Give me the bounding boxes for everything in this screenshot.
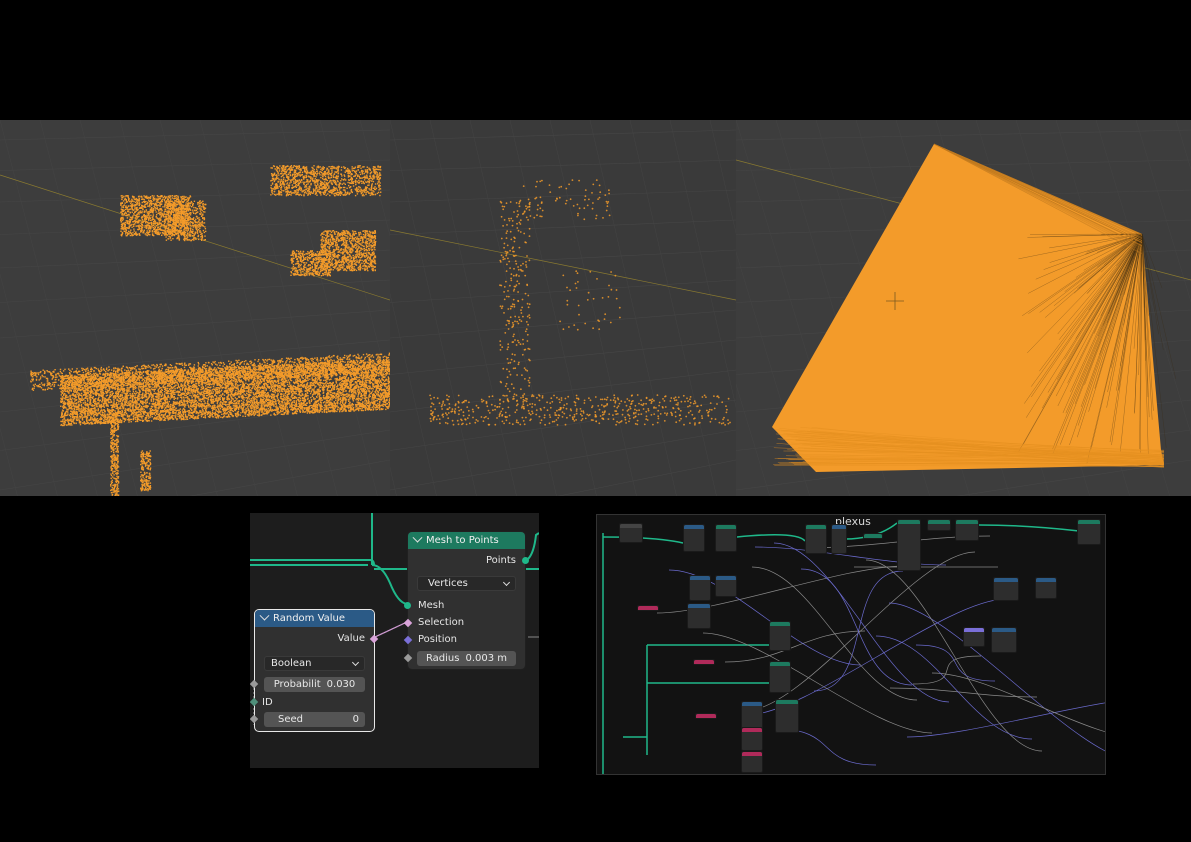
overview-node[interactable] [687,603,711,629]
seed-label: Seed [278,714,303,725]
collapse-chevron-icon[interactable] [259,610,270,621]
overview-node[interactable] [715,575,737,597]
overview-node-links [602,522,1105,774]
overview-node-header [864,534,882,538]
point-cloud-points [30,165,390,496]
selection-input-row: Selection [408,614,525,631]
overview-node[interactable] [741,751,763,773]
random-value-title: Random Value [273,613,346,624]
overview-node-header [742,728,762,732]
viewport-strip [0,120,1191,496]
type-dropdown[interactable]: Boolean [264,656,365,671]
overview-node-header [716,525,736,529]
mesh-to-points-header[interactable]: Mesh to Points [408,532,525,549]
collapse-chevron-icon[interactable] [412,532,423,543]
overview-node[interactable] [637,605,659,611]
overview-node[interactable] [693,659,715,665]
overview-node[interactable] [1077,519,1101,545]
overview-node[interactable] [993,577,1019,601]
overview-node[interactable] [897,519,921,571]
seed-value: 0 [352,714,359,725]
radius-label: Radius [425,653,460,664]
overview-node-header [638,606,658,610]
overview-node-header [694,660,714,664]
viewport-dense-point-cloud[interactable] [0,120,390,496]
overview-node-header [684,525,704,529]
radius-value: 0.003 m [465,653,508,664]
position-input-row: Position [408,631,525,648]
mesh-input-label: Mesh [418,600,445,611]
points-output-label: Points [485,555,516,566]
points-output-row: Points [408,552,525,569]
overview-node[interactable] [769,661,791,693]
points-output-socket[interactable] [522,557,529,564]
node-editor-detail[interactable]: Mesh to Points Points Vertices Mesh Sele… [250,513,539,768]
overview-node-header [1078,520,1100,524]
overview-node[interactable] [695,713,717,719]
viewport-plexus-mesh[interactable] [736,120,1191,496]
mesh-input-socket[interactable] [404,602,411,609]
random-value-node[interactable]: Random Value Value Boolean Probabilit 0.… [250,609,379,732]
overview-node[interactable] [831,524,847,554]
chevron-down-icon [502,578,511,586]
overview-node-header [776,700,798,704]
overview-node[interactable] [927,519,951,531]
overview-node-header [690,576,710,580]
overview-node[interactable] [715,524,737,552]
overview-node[interactable] [991,627,1017,653]
overview-node-header [898,520,920,524]
overview-node-header [716,576,736,580]
mesh-input-row: Mesh [408,597,525,614]
overview-node[interactable] [1035,577,1057,599]
type-value: Boolean [271,658,312,669]
seed-field[interactable]: Seed 0 [264,712,365,727]
overview-node-header [956,520,978,524]
point-cloud-dense [0,120,390,496]
probability-label: Probabilit [273,679,321,690]
overview-node[interactable] [963,627,985,647]
overview-node-header [742,702,762,706]
mesh-to-points-node[interactable]: Mesh to Points Points Vertices Mesh Sele… [403,531,529,670]
overview-node-header [1036,578,1056,582]
overview-node[interactable] [683,524,705,552]
overview-node-header [992,628,1016,632]
viewport-sparse-point-cloud[interactable] [390,120,736,496]
overview-node[interactable] [769,621,791,651]
overview-node[interactable] [805,524,827,554]
position-input-label: Position [418,634,457,645]
overview-node[interactable] [775,699,799,733]
value-output-row: Value [255,630,374,647]
overview-node-header [994,578,1018,582]
probability-field[interactable]: Probabilit 0.030 [264,677,365,692]
selection-input-label: Selection [418,617,465,628]
value-output-label: Value [337,633,365,644]
mode-value: Vertices [428,578,468,589]
id-input-row: ID [255,694,374,711]
probability-value: 0.030 [326,679,356,690]
radius-field[interactable]: Radius 0.003 m [417,651,516,666]
overview-node-header [770,662,790,666]
overview-node[interactable] [689,575,711,601]
overview-node-header [688,604,710,608]
overview-node[interactable] [863,533,883,539]
mode-dropdown[interactable]: Vertices [417,576,516,591]
overview-node[interactable] [741,727,763,751]
chevron-down-icon [351,658,360,666]
overview-node-header [742,752,762,756]
plexus-mesh [736,120,1191,496]
overview-node-header [928,520,950,524]
overview-node-header [832,525,846,529]
overview-node-header [770,622,790,626]
random-value-header[interactable]: Random Value [255,610,374,627]
node-editor-overview[interactable]: plexus [596,514,1106,775]
overview-node-header [964,628,984,632]
id-input-label: ID [262,697,273,708]
overview-node[interactable] [955,519,979,541]
overview-node-header [696,714,716,718]
overview-node-header [620,524,642,528]
overview-node-header [806,525,826,529]
point-cloud-sparse [390,120,736,496]
overview-node[interactable] [619,523,643,543]
mesh-to-points-title: Mesh to Points [426,535,499,546]
